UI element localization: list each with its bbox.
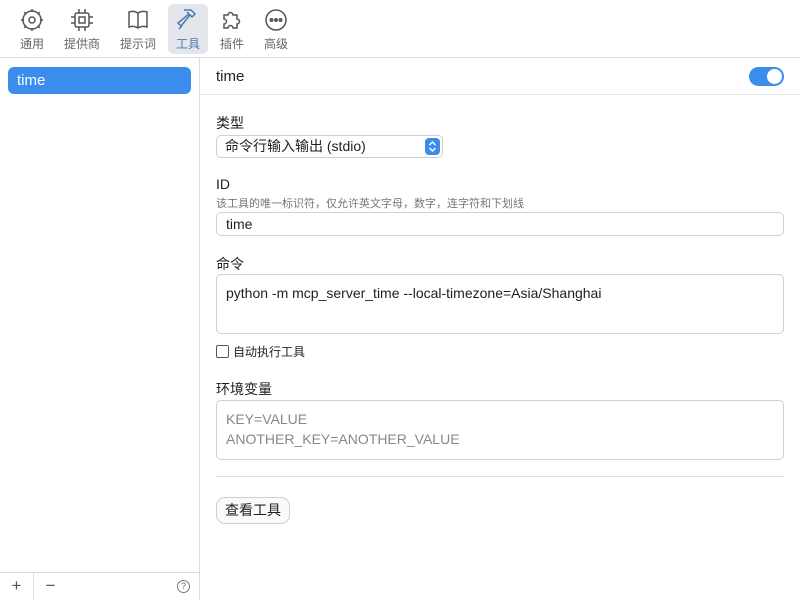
settings-window: 通用 提供商 提示词 工具 插件 高级 time + − ? time 类型 命… <box>0 0 800 600</box>
tab-general[interactable]: 通用 <box>16 4 48 54</box>
tab-tools-label: 工具 <box>175 37 200 51</box>
tab-plugins[interactable]: 插件 <box>216 4 248 54</box>
section-divider <box>216 476 784 477</box>
sidebar-item-time[interactable]: time <box>8 67 191 94</box>
tab-providers[interactable]: 提供商 <box>62 4 102 54</box>
tab-plugins-label: 插件 <box>219 37 244 51</box>
tab-advanced[interactable]: 高级 <box>260 4 292 54</box>
auto-exec-checkbox-row[interactable]: 自动执行工具 <box>216 343 305 360</box>
toolbar: 通用 提供商 提示词 工具 插件 高级 <box>0 0 800 58</box>
puzzle-icon <box>223 11 241 29</box>
hammer-icon <box>176 9 197 30</box>
type-select-value: 命令行输入输出 (stdio) <box>225 138 366 154</box>
tab-tools[interactable]: 工具 <box>168 4 208 54</box>
tool-list-sidebar: time + − ? <box>0 58 200 600</box>
tool-detail-panel: time 类型 命令行输入输出 (stdio) ID 该工具的唯一标识符，仅允许… <box>200 58 800 600</box>
type-select[interactable]: 命令行输入输出 (stdio) <box>216 135 443 158</box>
id-label: ID <box>216 176 230 192</box>
add-tool-button[interactable]: + <box>0 573 33 600</box>
tab-prompts-label: 提示词 <box>119 37 156 51</box>
tab-advanced-label: 高级 <box>263 37 288 51</box>
enable-toggle[interactable] <box>749 67 784 86</box>
env-input[interactable]: KEY=VALUE ANOTHER_KEY=ANOTHER_VALUE <box>216 400 784 460</box>
id-hint: 该工具的唯一标识符，仅允许英文字母，数字，连字符和下划线 <box>216 198 524 210</box>
type-label: 类型 <box>216 115 244 131</box>
sidebar-footer: + − ? <box>0 572 199 600</box>
remove-tool-button[interactable]: − <box>34 573 67 600</box>
select-arrows-icon <box>425 138 440 155</box>
detail-header: time <box>200 58 800 95</box>
book-icon <box>128 10 148 29</box>
chip-icon <box>71 9 93 31</box>
toggle-knob <box>767 69 782 84</box>
env-label: 环境变量 <box>216 381 272 397</box>
command-label: 命令 <box>216 256 244 272</box>
tab-prompts[interactable]: 提示词 <box>118 4 158 54</box>
tab-general-label: 通用 <box>19 37 44 51</box>
help-icon[interactable]: ? <box>177 580 190 593</box>
tool-title: time <box>216 68 245 85</box>
tab-providers-label: 提供商 <box>63 37 100 51</box>
id-input[interactable]: time <box>216 212 784 236</box>
more-icon <box>265 9 287 31</box>
auto-exec-label: 自动执行工具 <box>233 345 306 359</box>
gear-icon <box>21 9 43 31</box>
command-input[interactable]: python -m mcp_server_time --local-timezo… <box>216 274 784 334</box>
view-tools-button[interactable]: 查看工具 <box>216 497 290 524</box>
auto-exec-checkbox[interactable] <box>216 345 229 358</box>
